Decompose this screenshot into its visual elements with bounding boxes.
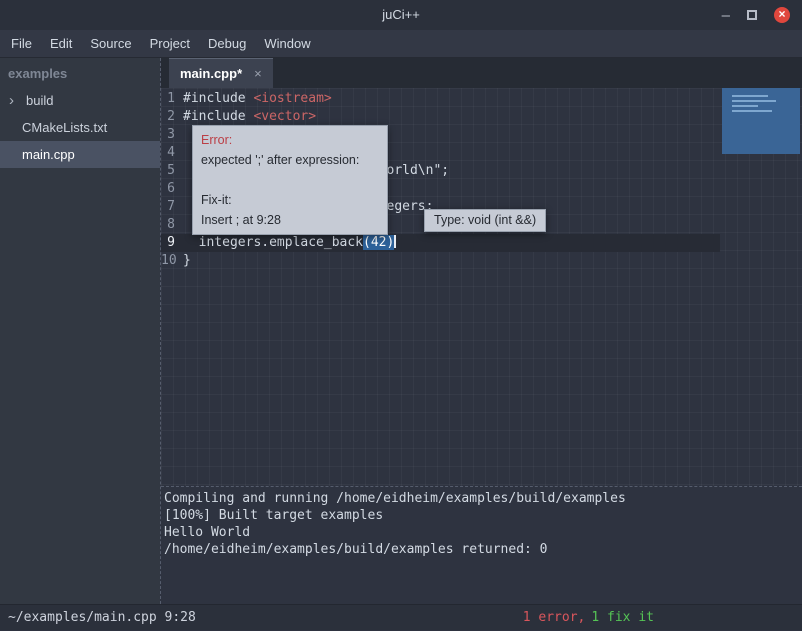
main-area: examples › build CMakeLists.txt main.cpp… (0, 58, 802, 604)
sidebar-item-cmakelists[interactable]: CMakeLists.txt (0, 114, 160, 141)
fixit-suggestion: Insert ; at 9:28 (201, 210, 379, 230)
code-text: #include (183, 91, 253, 106)
file-location: ~/examples/main.cpp 9:28 (8, 610, 196, 625)
tabbar: main.cpp* × (161, 58, 802, 88)
error-count: 1 error, (523, 610, 586, 625)
window-controls: – × (722, 0, 790, 30)
error-tooltip-message: expected ';' after expression: (201, 150, 379, 170)
sidebar-item-label: main.cpp (22, 147, 75, 162)
line-number: 1 (161, 90, 183, 108)
code-text: #include (183, 109, 253, 124)
minimize-button[interactable]: – (722, 8, 730, 23)
editor-column: main.cpp* × 1 #include <iostream> 2 #inc… (160, 58, 802, 604)
line-number: 7 (161, 198, 183, 216)
terminal-line: Hello World (164, 524, 802, 541)
minimap[interactable] (722, 88, 800, 154)
terminal-line: Compiling and running /home/eidheim/exam… (164, 490, 802, 507)
chevron-right-icon[interactable]: › (9, 87, 14, 114)
menu-source[interactable]: Source (81, 30, 140, 57)
file-tree: examples › build CMakeLists.txt main.cpp (0, 58, 160, 604)
code-line[interactable]: 1 #include <iostream> (161, 90, 720, 108)
error-tooltip-title: Error: (201, 130, 379, 150)
sidebar-item-label: CMakeLists.txt (22, 120, 107, 135)
statusbar: ~/examples/main.cpp 9:28 1 error, 1 fix i… (0, 604, 802, 630)
line-number: 8 (161, 216, 183, 234)
tab-maincpp[interactable]: main.cpp* × (169, 58, 273, 88)
sidebar-item-maincpp[interactable]: main.cpp (0, 141, 160, 168)
menu-file[interactable]: File (2, 30, 41, 57)
minimap-code-line (732, 95, 768, 97)
error-tooltip: Error: expected ';' after expression: Fi… (192, 125, 388, 235)
menu-debug[interactable]: Debug (199, 30, 255, 57)
include-path: <vector> (253, 109, 316, 124)
tab-close-icon[interactable]: × (254, 66, 262, 81)
sidebar-item-build[interactable]: › build (0, 87, 160, 114)
line-number: 9 (161, 234, 183, 252)
terminal-line: /home/eidheim/examples/build/examples re… (164, 541, 802, 558)
menubar: File Edit Source Project Debug Window (0, 30, 802, 58)
fixit-label: Fix-it: (201, 190, 379, 210)
code-editor[interactable]: 1 #include <iostream> 2 #include <vector… (161, 88, 802, 486)
diagnostics-summary: 1 error, 1 fix it (523, 605, 654, 631)
code-line-current[interactable]: 9 integers.emplace_back(42) (161, 234, 720, 252)
minimap-code-line (732, 110, 772, 112)
menu-edit[interactable]: Edit (41, 30, 81, 57)
error-tooltip-spacer (201, 170, 379, 190)
line-number: 6 (161, 180, 183, 198)
tab-label: main.cpp* (180, 66, 242, 81)
minimap-code-line (732, 100, 776, 102)
restore-button[interactable] (747, 10, 757, 20)
code-line[interactable]: 10 } (161, 252, 720, 270)
code-text: integers.emplace_back (183, 235, 363, 250)
line-number: 10 (161, 252, 183, 270)
type-tooltip: Type: void (int &&) (424, 209, 546, 232)
titlebar: juCi++ – × (0, 0, 802, 30)
include-path: <iostream> (253, 91, 331, 106)
close-button[interactable]: × (774, 7, 790, 23)
minimap-code-line (732, 105, 758, 107)
project-name: examples (0, 58, 160, 87)
terminal-output[interactable]: Compiling and running /home/eidheim/exam… (161, 486, 802, 604)
bracket-highlight: (42) (363, 235, 394, 250)
line-number: 2 (161, 108, 183, 126)
line-number: 4 (161, 144, 183, 162)
menu-window[interactable]: Window (255, 30, 319, 57)
line-number: 5 (161, 162, 183, 180)
terminal-line: [100%] Built target examples (164, 507, 802, 524)
window-title: juCi++ (0, 0, 802, 30)
line-number: 3 (161, 126, 183, 144)
code-text: } (183, 253, 191, 268)
menu-project[interactable]: Project (141, 30, 199, 57)
sidebar-item-label: build (26, 93, 53, 108)
code-line[interactable]: 2 #include <vector> (161, 108, 720, 126)
fixit-count: 1 fix it (591, 610, 654, 625)
text-cursor (394, 235, 396, 248)
